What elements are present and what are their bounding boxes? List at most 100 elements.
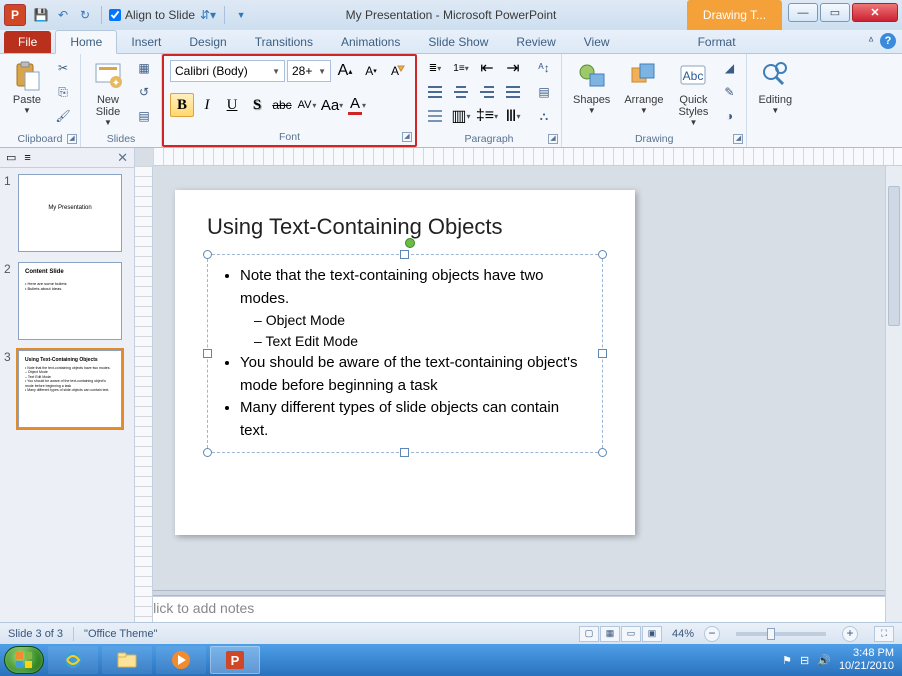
decrease-indent-button[interactable]: ⇤ (475, 57, 499, 79)
layout-button[interactable]: ▦ (133, 57, 155, 79)
reset-button[interactable]: ↺ (133, 81, 155, 103)
zoom-in-button[interactable]: + (842, 626, 858, 642)
slides-tab-icon[interactable]: ▭ (6, 151, 16, 164)
resize-handle[interactable] (203, 349, 212, 358)
shape-effects-button[interactable]: ◑ (718, 105, 740, 127)
reading-view-button[interactable]: ▭ (621, 626, 641, 642)
tray-flag-icon[interactable]: ⚑ (782, 654, 792, 667)
tab-design[interactable]: Design (175, 31, 240, 53)
bullet-item[interactable]: You should be aware of the text-containi… (240, 352, 588, 397)
zoom-slider[interactable] (736, 632, 826, 636)
align-dropdown-icon[interactable]: ⇵▾ (199, 6, 217, 24)
thumbnail-slide[interactable]: Using Text-Containing Objects • Note tha… (18, 350, 122, 428)
tray-volume-icon[interactable]: 🔊 (817, 654, 831, 667)
quick-styles-button[interactable]: Abc Quick Styles▼ (672, 57, 714, 130)
copy-button[interactable]: ⎘ (52, 81, 74, 103)
taskbar-explorer-icon[interactable] (102, 646, 152, 674)
vertical-scrollbar[interactable] (885, 166, 902, 622)
align-right-button[interactable] (475, 81, 499, 103)
save-icon[interactable]: 💾 (32, 6, 50, 24)
paragraph-dialog-launcher[interactable]: ◢ (548, 134, 558, 144)
sub-bullet-item[interactable]: Text Edit Mode (254, 331, 588, 352)
resize-handle[interactable] (203, 448, 212, 457)
notes-pane[interactable]: Click to add notes (135, 596, 902, 622)
thumbnail-item[interactable]: 3 Using Text-Containing Objects • Note t… (4, 350, 130, 428)
outline-tab-icon[interactable]: ≡ (24, 152, 30, 164)
thumbnail-item[interactable]: 1 My Presentation (4, 174, 130, 252)
tab-animations[interactable]: Animations (327, 31, 414, 53)
tab-home[interactable]: Home (55, 30, 117, 54)
slide-title[interactable]: Using Text-Containing Objects (207, 214, 603, 240)
font-name-selector[interactable]: Calibri (Body)▼ (170, 60, 285, 82)
clipboard-dialog-launcher[interactable]: ◢ (67, 134, 77, 144)
horizontal-ruler[interactable] (153, 148, 902, 166)
help-icon[interactable]: ? (880, 33, 896, 49)
fit-to-window-button[interactable]: ⛶ (874, 626, 894, 642)
shape-fill-button[interactable]: ◢ (718, 57, 740, 79)
thumbnail-slide[interactable]: My Presentation (18, 174, 122, 252)
align-left2-button[interactable] (423, 105, 447, 127)
align-center-button[interactable] (449, 81, 473, 103)
close-button[interactable]: ✕ (852, 3, 898, 22)
taskbar-ie-icon[interactable] (48, 646, 98, 674)
tray-network-icon[interactable]: ⊟ (800, 654, 809, 667)
bullet-item[interactable]: Many different types of slide objects ca… (240, 397, 588, 442)
bullet-item[interactable]: Note that the text-containing objects ha… (240, 265, 588, 352)
justify-button[interactable] (501, 81, 525, 103)
thumbnail-slide[interactable]: Content Slide • Here are some bullets • … (18, 262, 122, 340)
start-button[interactable] (4, 646, 44, 674)
char-spacing-button[interactable]: A͏V▾ (295, 93, 319, 117)
editing-button[interactable]: Editing▼ (753, 57, 797, 118)
line-spacing-button[interactable]: ‡≡▾ (475, 105, 499, 127)
tab-review[interactable]: Review (502, 31, 569, 53)
shadow-button[interactable]: S (245, 93, 269, 117)
text-direction-button[interactable]: Ⅲ▾ (501, 105, 525, 127)
paste-button[interactable]: Paste▼ (6, 57, 48, 118)
taskbar-clock[interactable]: 3:48 PM 10/21/2010 (839, 647, 894, 673)
shape-outline-button[interactable]: ✎ (718, 81, 740, 103)
bullet-list[interactable]: Note that the text-containing objects ha… (222, 265, 588, 442)
tab-transitions[interactable]: Transitions (241, 31, 327, 53)
rotation-handle[interactable] (405, 238, 415, 248)
tab-format[interactable]: Format (684, 31, 750, 53)
numbering-button[interactable]: 1≡▾ (449, 57, 473, 79)
grow-font-button[interactable]: A▴ (333, 59, 357, 83)
resize-handle[interactable] (598, 448, 607, 457)
underline-button[interactable]: U (220, 93, 244, 117)
contextual-tab-drawing[interactable]: Drawing T... (687, 0, 782, 30)
strikethrough-button[interactable]: abc (270, 93, 294, 117)
zoom-out-button[interactable]: − (704, 626, 720, 642)
minimize-button[interactable]: — (788, 3, 818, 22)
zoom-slider-knob[interactable] (767, 628, 775, 640)
redo-icon[interactable]: ↻ (76, 6, 94, 24)
resize-handle[interactable] (598, 349, 607, 358)
maximize-button[interactable]: ▭ (820, 3, 850, 22)
zoom-percent[interactable]: 44% (672, 628, 694, 640)
file-tab[interactable]: File (4, 31, 51, 53)
tab-slideshow[interactable]: Slide Show (414, 31, 502, 53)
resize-handle[interactable] (598, 250, 607, 259)
font-dialog-launcher[interactable]: ◢ (402, 132, 412, 142)
taskbar-wmp-icon[interactable] (156, 646, 206, 674)
tab-insert[interactable]: Insert (117, 31, 175, 53)
thumbnail-item[interactable]: 2 Content Slide • Here are some bullets … (4, 262, 130, 340)
increase-indent-button[interactable]: ⇥ (501, 57, 525, 79)
shapes-button[interactable]: Shapes▼ (568, 57, 615, 118)
slideshow-view-button[interactable]: ▣ (642, 626, 662, 642)
font-color-button[interactable]: A▾ (345, 93, 369, 117)
arrange-button[interactable]: Arrange▼ (619, 57, 668, 118)
convert-smartart-button[interactable]: ⛬ (533, 105, 555, 127)
drawing-dialog-launcher[interactable]: ◢ (733, 134, 743, 144)
columns-button[interactable]: ▥▾ (449, 105, 473, 127)
text-direction2-button[interactable]: ᴬ↕ (533, 57, 555, 79)
format-painter-button[interactable]: 🖌 (52, 105, 74, 127)
align-text-button[interactable]: ▤ (533, 81, 555, 103)
section-button[interactable]: ▤ (133, 105, 155, 127)
scrollbar-thumb[interactable] (888, 186, 900, 326)
resize-handle[interactable] (400, 250, 409, 259)
tab-view[interactable]: View (570, 31, 624, 53)
bullets-button[interactable]: ≣▾ (423, 57, 447, 79)
italic-button[interactable]: I (195, 93, 219, 117)
bold-button[interactable]: B (170, 93, 194, 117)
new-slide-button[interactable]: ✦ New Slide▼ (87, 57, 129, 130)
